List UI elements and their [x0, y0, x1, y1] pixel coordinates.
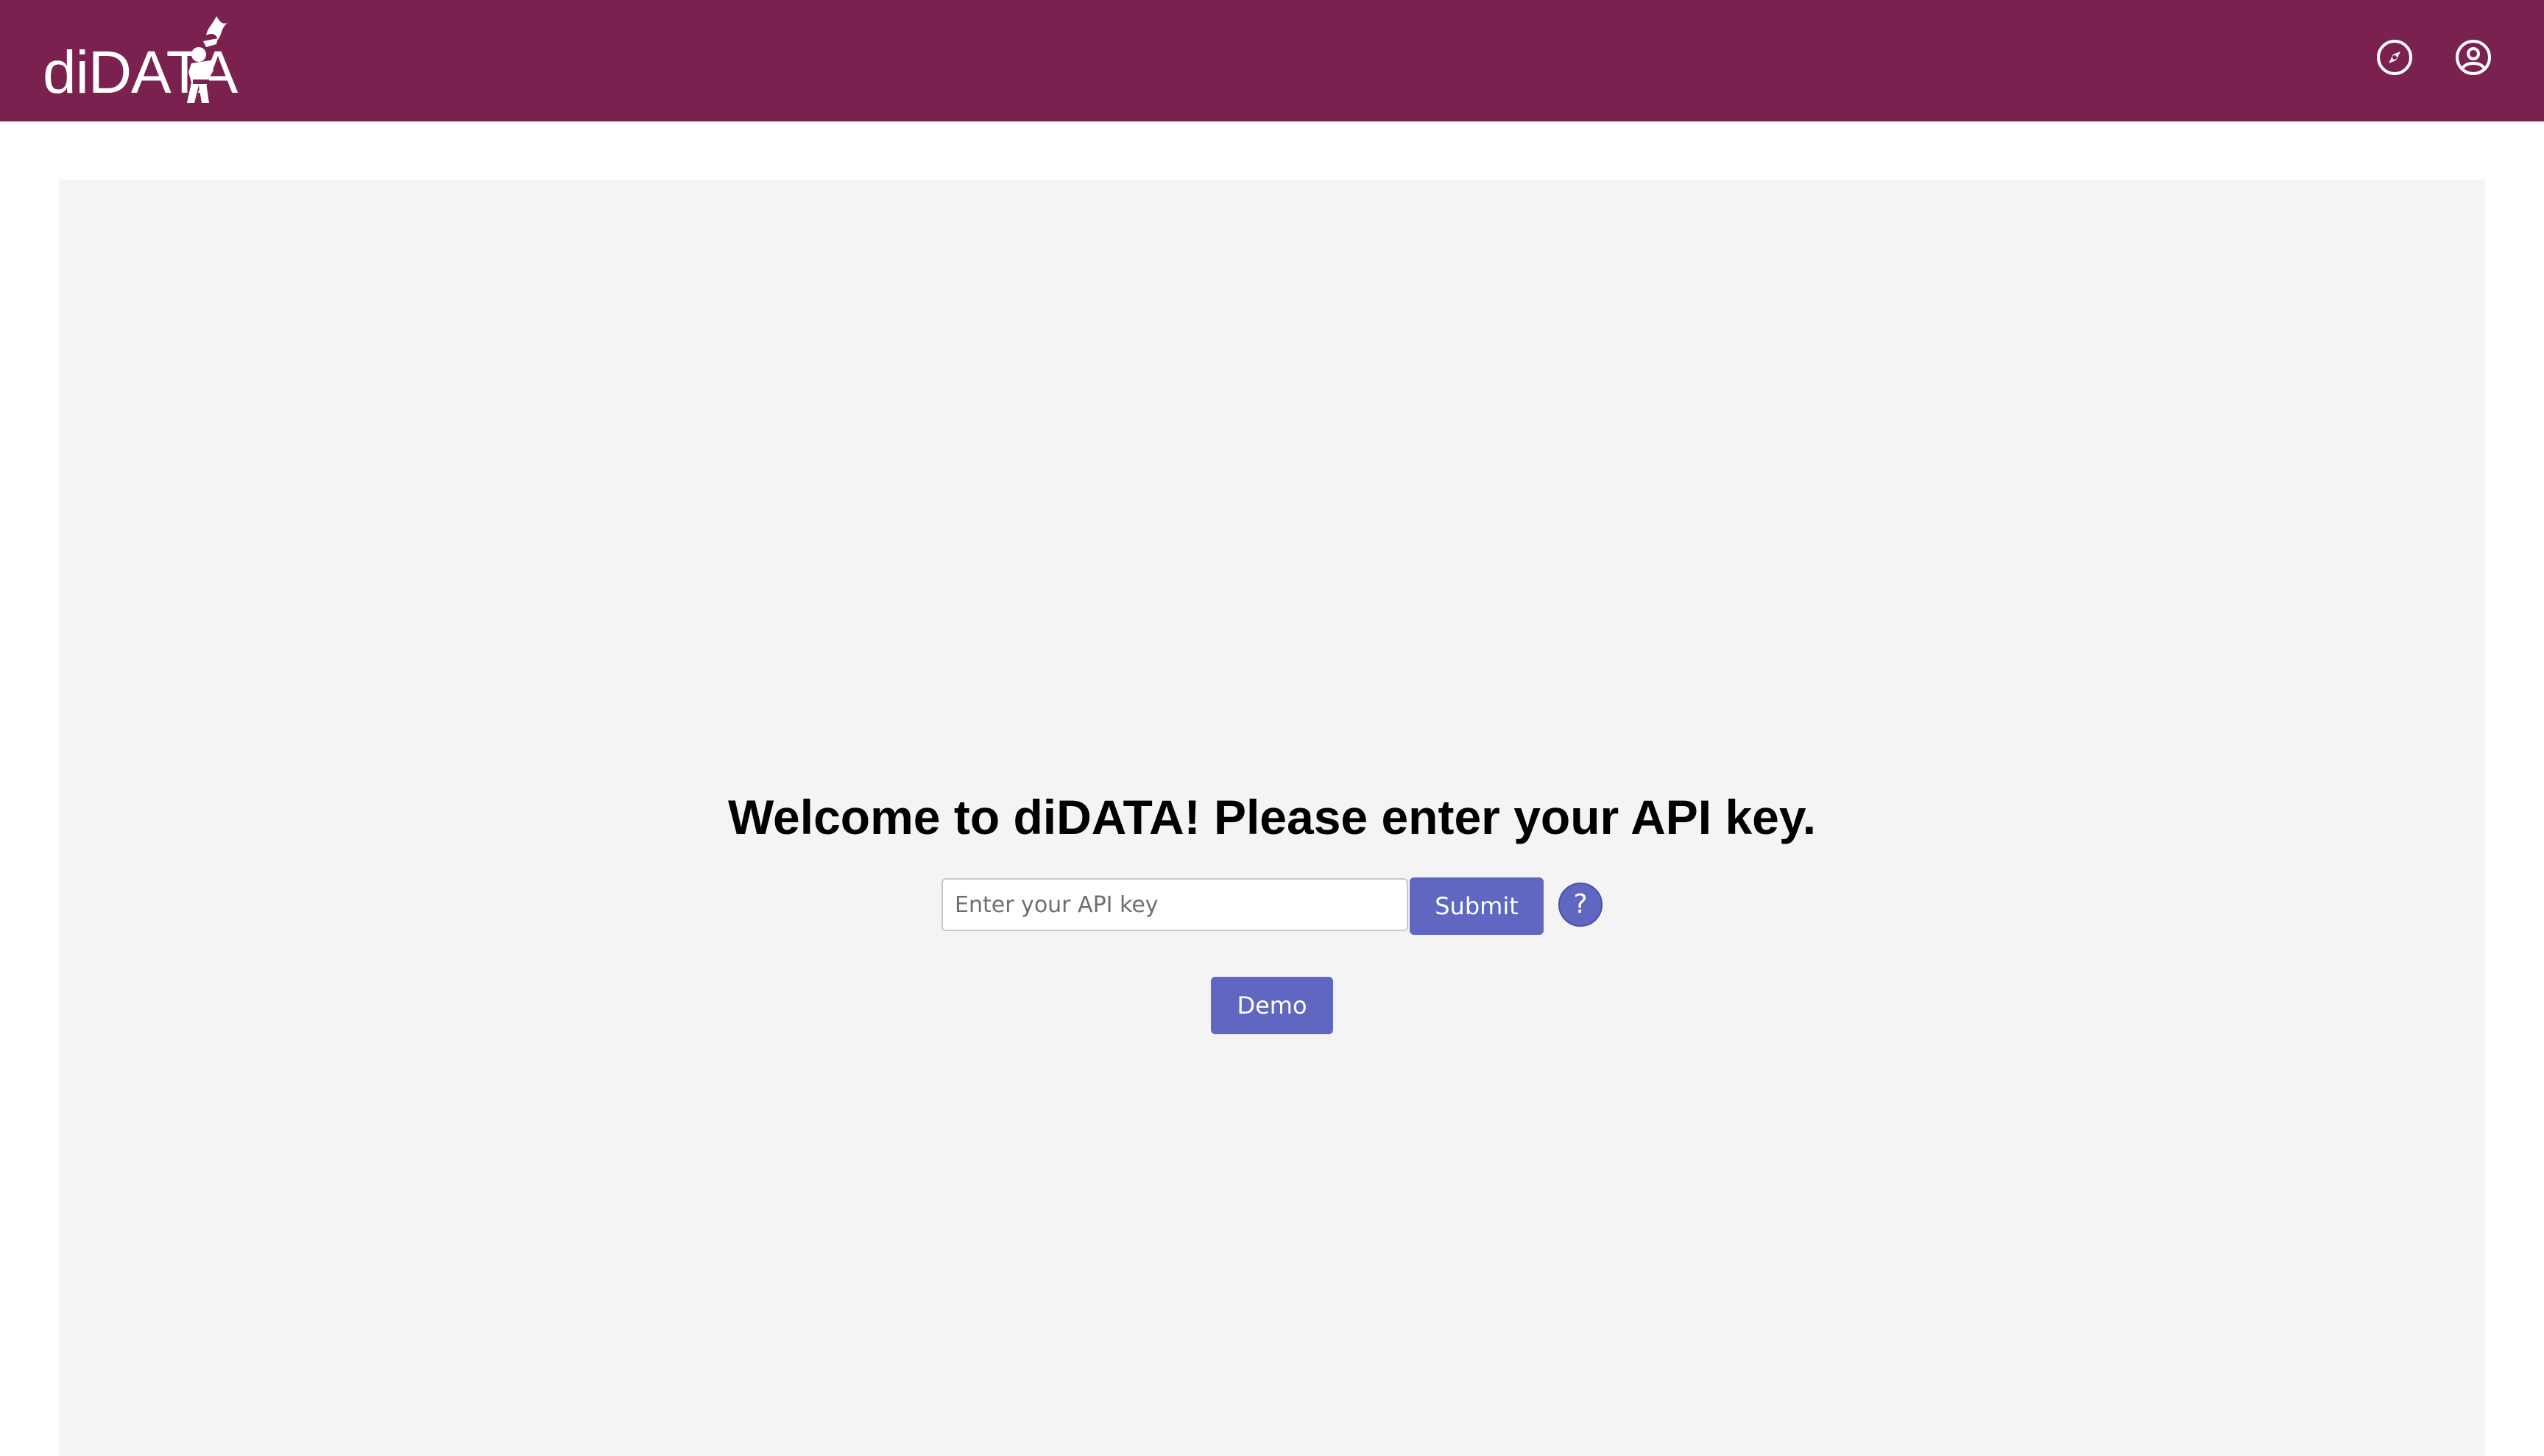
account-icon[interactable]	[2454, 38, 2492, 77]
compass-icon[interactable]	[2375, 38, 2414, 77]
demo-button[interactable]: Demo	[1211, 977, 1333, 1034]
top-app-bar: diDATA	[0, 0, 2544, 121]
welcome-heading: Welcome to diDATA! Please enter your API…	[727, 790, 1817, 844]
api-key-input[interactable]	[941, 878, 1408, 931]
help-button[interactable]: ?	[1558, 883, 1603, 927]
logo[interactable]: diDATA	[43, 16, 238, 103]
submit-button[interactable]: Submit	[1410, 877, 1544, 935]
torch-figure-logo-icon	[187, 16, 228, 103]
